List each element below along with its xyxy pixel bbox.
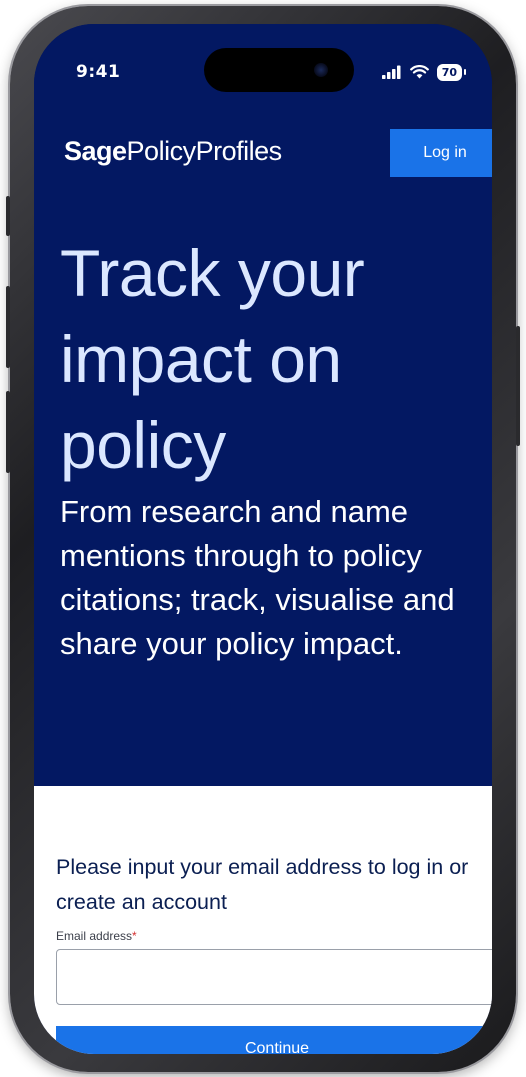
phone-frame: 9:41 70 SagePolicyProfiles Log in Track …: [6, 6, 520, 1072]
status-time: 9:41: [76, 62, 121, 82]
status-bar: 9:41 70: [34, 24, 492, 124]
site-logo[interactable]: SagePolicyProfiles: [64, 136, 282, 167]
continue-button[interactable]: Continue: [56, 1026, 492, 1054]
logo-text: PolicyProfiles: [126, 136, 283, 166]
dynamic-island: [204, 48, 354, 92]
required-marker: *: [132, 929, 137, 943]
email-label: Email address*: [56, 929, 137, 943]
logo-bold-text: Sage: [64, 136, 127, 166]
power-button: [516, 326, 520, 446]
email-input[interactable]: [56, 949, 492, 1005]
email-label-text: Email address: [56, 929, 133, 943]
camera-icon: [314, 63, 328, 77]
volume-down-button: [6, 391, 10, 473]
volume-up-button: [6, 286, 10, 368]
hero-headline: Track your impact on policy: [60, 236, 365, 482]
battery-icon: 70: [436, 63, 467, 81]
phone-screen: 9:41 70 SagePolicyProfiles Log in Track …: [34, 24, 492, 1054]
hero-section: 9:41 70 SagePolicyProfiles Log in Track …: [34, 24, 492, 786]
action-button: [6, 196, 10, 236]
cellular-signal-icon: [381, 65, 401, 79]
login-form: Please input your email address to log i…: [34, 786, 492, 1054]
wifi-icon: [409, 65, 429, 79]
login-button[interactable]: Log in: [390, 129, 492, 177]
form-title: Please input your email address to log i…: [56, 855, 469, 914]
status-icons: 70: [381, 62, 467, 82]
hero-subtext: From research and name mentions through …: [60, 494, 455, 661]
